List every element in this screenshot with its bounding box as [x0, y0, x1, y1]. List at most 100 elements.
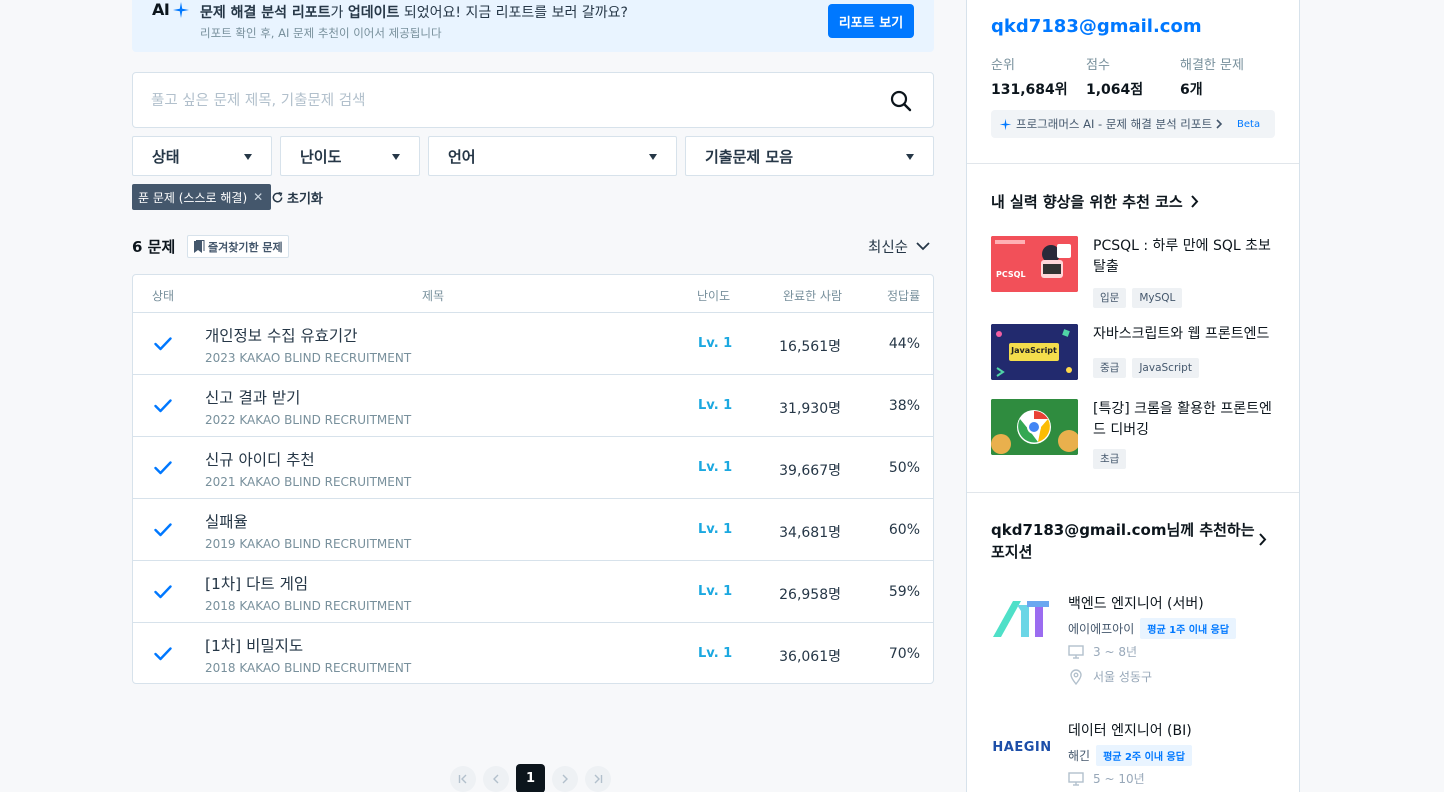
- chrome-icon: [991, 399, 1078, 455]
- table-row[interactable]: 신규 아이디 추천 2021 KAKAO BLIND RECRUITMENT Lv.…: [133, 437, 933, 499]
- search-icon[interactable]: [889, 89, 913, 113]
- search-box: [132, 72, 934, 128]
- problem-source: 2018 KAKAO BLIND RECRUITMENT: [205, 661, 412, 675]
- page-number-current[interactable]: 1: [516, 764, 545, 792]
- close-icon[interactable]: ✕: [253, 190, 263, 204]
- company-row: 해긴 평균 2주 이내 응답: [1068, 745, 1192, 766]
- problem-title[interactable]: 실패율: [205, 510, 248, 532]
- last-page-icon[interactable]: [585, 765, 611, 792]
- problem-title[interactable]: [1차] 비밀지도: [205, 634, 303, 656]
- table-row[interactable]: 신고 결과 받기 2022 KAKAO BLIND RECRUITMENT Lv. …: [133, 375, 933, 437]
- table-header: 상태 제목 난이도 완료한 사람 정답률: [133, 275, 933, 313]
- company-name: 에이에프아이: [1068, 622, 1135, 636]
- positions-title[interactable]: qkd7183@gmail.com님께 추천하는 포지션: [991, 519, 1275, 563]
- table-row[interactable]: [1차] 다트 게임 2018 KAKAO BLIND RECRUITMENT Lv…: [133, 561, 933, 623]
- chevron-right-icon: [1216, 119, 1223, 129]
- company-name: 해긴: [1068, 749, 1091, 763]
- position-title: 백엔드 엔지니어 (서버): [1068, 596, 1204, 612]
- problem-title[interactable]: 개인정보 수집 유효기간: [205, 324, 357, 346]
- ai-report-banner: AI 문제 해결 분석 리포트가 업데이트 되었어요! 지금 리포트를 보러 갈…: [132, 0, 934, 52]
- course-thumbnail: JavaScript: [991, 324, 1078, 380]
- solved-count: 16,561명: [779, 339, 841, 355]
- table-row[interactable]: 개인정보 수집 유효기간 2023 KAKAO BLIND RECRUITMENT…: [133, 313, 933, 375]
- thumb-text: JavaScript: [1011, 346, 1057, 355]
- search-input[interactable]: [151, 89, 871, 113]
- header-rate: 정답률: [887, 289, 921, 303]
- favorites-button[interactable]: 즐겨찾기한 문제: [187, 235, 289, 258]
- ai-logo: AI: [152, 0, 190, 19]
- problem-source: 2023 KAKAO BLIND RECRUITMENT: [205, 351, 412, 365]
- divider: [967, 163, 1299, 164]
- career-text: 5 ~ 10년: [1093, 772, 1145, 786]
- course-card[interactable]: PCSQL PCSQL : 하루 만에 SQL 초보 탈출 입문 MySQL: [991, 236, 1281, 308]
- page: AI 문제 해결 분석 리포트가 업데이트 되었어요! 지금 리포트를 보러 갈…: [0, 0, 1444, 792]
- filter-status[interactable]: 상태: [132, 136, 272, 176]
- score-value: 1,064점: [1086, 82, 1144, 98]
- filter-difficulty[interactable]: 난이도: [280, 136, 420, 176]
- caret-down-icon: [906, 154, 914, 160]
- rank-value: 131,684위: [991, 82, 1068, 98]
- response-badge: 평균 2주 이내 응답: [1096, 745, 1192, 766]
- filter-exam-collection[interactable]: 기출문제 모음: [685, 136, 934, 176]
- courses-title[interactable]: 내 실력 향상을 위한 추천 코스: [991, 191, 1199, 212]
- chevron-right-icon: [1259, 533, 1267, 546]
- solved-count: 34,681명: [779, 525, 841, 541]
- course-card[interactable]: [특강] 크롬을 활용한 프론트엔드 디버깅 초급: [991, 399, 1281, 469]
- view-report-button[interactable]: 리포트 보기: [828, 4, 914, 38]
- bookmark-icon: [194, 239, 205, 253]
- ai-report-label: 프로그래머스 AI - 문제 해결 분석 리포트: [1016, 117, 1213, 131]
- accuracy-rate: 60%: [888, 522, 920, 538]
- reset-button[interactable]: 초기화: [271, 188, 323, 207]
- course-tag: 초급: [1093, 449, 1127, 469]
- thumb-text: PCSQL: [996, 270, 1026, 279]
- user-email[interactable]: qkd7183@gmail.com: [991, 16, 1202, 37]
- problem-source: 2022 KAKAO BLIND RECRUITMENT: [205, 413, 412, 427]
- filter-language[interactable]: 언어: [428, 136, 677, 176]
- filter-label: 난이도: [300, 147, 342, 166]
- prev-page-icon[interactable]: [483, 765, 509, 792]
- table-row[interactable]: 실패율 2019 KAKAO BLIND RECRUITMENT Lv. 1 34,6…: [133, 499, 933, 561]
- header-solved: 완료한 사람: [783, 289, 843, 303]
- refresh-icon: [272, 191, 283, 203]
- course-title: PCSQL : 하루 만에 SQL 초보 탈출: [1093, 238, 1271, 275]
- header-status: 상태: [152, 289, 175, 303]
- course-thumbnail: [991, 399, 1078, 455]
- sparkle-icon: [999, 118, 1012, 130]
- positions-title-line: qkd7183@gmail.com님께 추천하는: [991, 521, 1255, 539]
- course-thumbnail: PCSQL: [991, 236, 1078, 292]
- problem-level: Lv. 1: [698, 460, 733, 475]
- sparkle-icon: [173, 1, 190, 18]
- course-tag: 중급: [1093, 358, 1127, 378]
- sort-dropdown[interactable]: 최신순: [868, 236, 930, 257]
- company-logo: [993, 601, 1049, 637]
- table-row[interactable]: [1차] 비밀지도 2018 KAKAO BLIND RECRUITMENT Lv.…: [133, 623, 933, 685]
- courses-title-text: 내 실력 향상을 위한 추천 코스: [991, 193, 1183, 211]
- career-row: 5 ~ 10년: [1068, 770, 1145, 787]
- position-card[interactable]: HAEGIN 데이터 엔지니어 (BI) 해긴 평균 2주 이내 응답 5 ~ …: [991, 720, 1281, 792]
- ai-report-link[interactable]: 프로그래머스 AI - 문제 해결 분석 리포트 Beta: [991, 110, 1275, 138]
- chip-label: 푼 문제 (스스로 해결): [138, 190, 248, 205]
- chevron-down-icon: [916, 242, 930, 251]
- filter-label: 기출문제 모음: [705, 147, 794, 166]
- company-logo: HAEGIN: [991, 724, 1053, 770]
- course-tag: JavaScript: [1132, 358, 1199, 378]
- problem-title[interactable]: 신규 아이디 추천: [205, 448, 315, 470]
- caret-down-icon: [649, 154, 657, 160]
- banner-message: 문제 해결 분석 리포트가 업데이트 되었어요! 지금 리포트를 보러 갈까요?: [200, 5, 628, 21]
- sort-label: 최신순: [868, 240, 909, 256]
- solved-count: 31,930명: [779, 401, 841, 417]
- course-card[interactable]: JavaScript 자바스크립트와 웹 프론트엔드 중급 JavaScript: [991, 324, 1281, 384]
- next-page-icon[interactable]: [552, 765, 578, 792]
- solved-count: 36,061명: [779, 649, 841, 665]
- course-tag: 입문: [1093, 288, 1127, 308]
- position-card[interactable]: 백엔드 엔지니어 (서버) 에이에프아이 평균 1주 이내 응답 3 ~ 8년 …: [991, 593, 1281, 693]
- problem-title[interactable]: [1차] 다트 게임: [205, 572, 308, 594]
- caret-down-icon: [392, 154, 400, 160]
- monitor-icon: [1068, 771, 1084, 786]
- accuracy-rate: 70%: [888, 646, 920, 662]
- solved-count: 26,958명: [779, 587, 841, 603]
- check-icon: [154, 461, 172, 475]
- problem-title[interactable]: 신고 결과 받기: [205, 386, 300, 408]
- first-page-icon[interactable]: [450, 765, 476, 792]
- ai-label: AI: [152, 0, 170, 19]
